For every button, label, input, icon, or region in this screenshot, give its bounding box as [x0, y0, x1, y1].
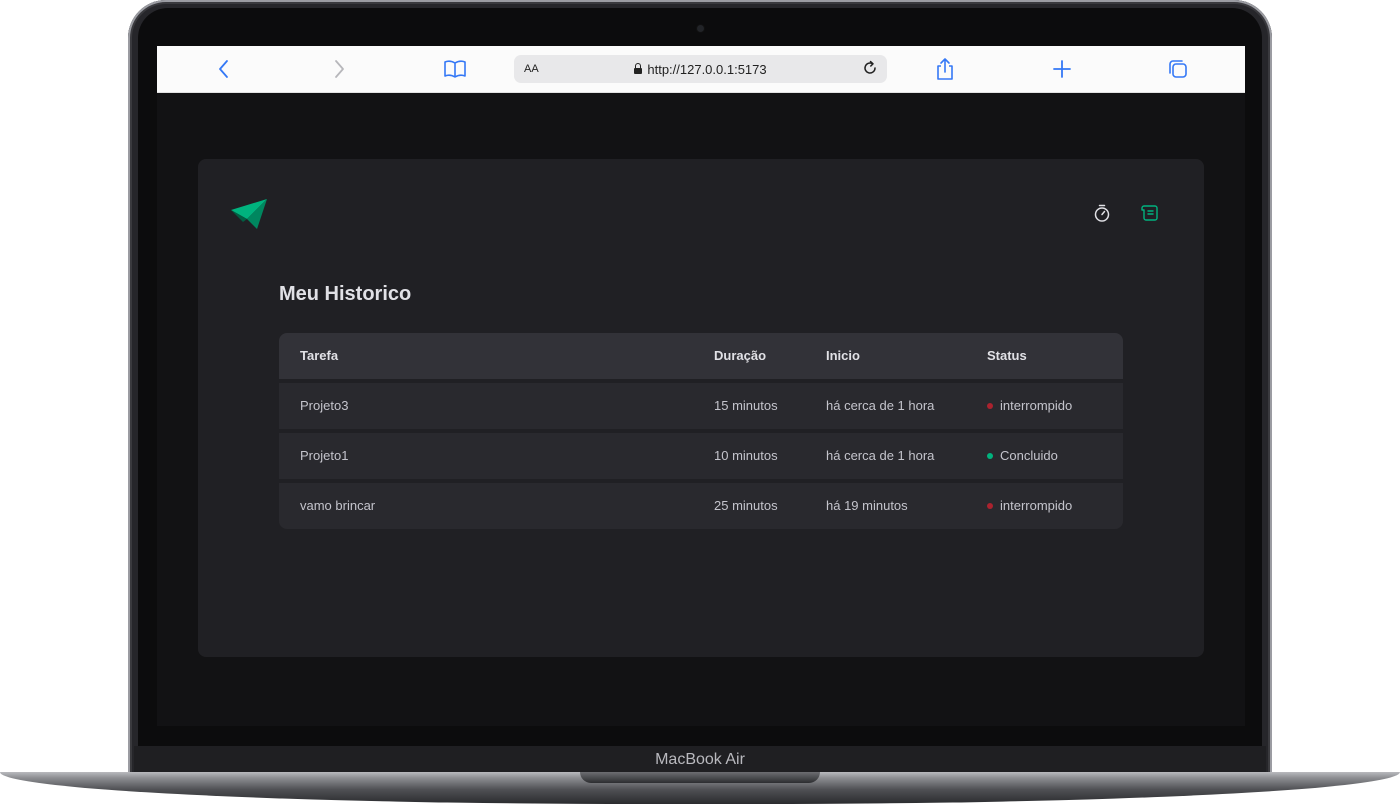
task-duration: 15 minutos [714, 398, 778, 413]
share-icon[interactable] [933, 57, 957, 81]
task-name: vamo brincar [300, 498, 376, 513]
laptop-notch [580, 772, 820, 783]
history-table: Tarefa Duração Inicio Status Projeto3 15… [279, 333, 1123, 529]
status-label: Concluido [1000, 448, 1058, 463]
lock-icon [634, 63, 643, 74]
column-header-inicio: Inicio [826, 348, 860, 363]
task-status: interrompido [987, 398, 1072, 413]
table-row: vamo brincar 25 minutos há 19 minutos in… [279, 483, 1123, 529]
ignite-logo-icon[interactable] [230, 196, 268, 230]
column-header-duracao: Duração [714, 348, 767, 363]
status-label: interrompido [1000, 398, 1073, 413]
app-container: Meu Historico Tarefa Duração Inicio Stat… [198, 159, 1204, 657]
status-dot-icon [987, 403, 993, 409]
task-start: há cerca de 1 hora [826, 398, 935, 413]
url-text: http://127.0.0.1:5173 [647, 62, 767, 77]
camera-icon [697, 25, 704, 32]
bookmarks-icon[interactable] [443, 57, 467, 81]
tabs-icon[interactable] [1166, 57, 1190, 81]
task-duration: 25 minutos [714, 498, 778, 513]
task-duration: 10 minutos [714, 448, 778, 463]
task-start: há cerca de 1 hora [826, 448, 935, 463]
task-status: interrompido [987, 498, 1072, 513]
task-status: Concluido [987, 448, 1058, 463]
reload-icon[interactable] [861, 59, 879, 77]
task-name: Projeto3 [300, 398, 349, 413]
task-name: Projeto1 [300, 448, 349, 463]
table-row: Projeto3 15 minutos há cerca de 1 hora i… [279, 383, 1123, 429]
screen: AA http://127.0.0.1:5173 Meu Historico T… [157, 46, 1245, 726]
task-start: há 19 minutos [826, 498, 908, 513]
table-header: Tarefa Duração Inicio Status [279, 333, 1123, 379]
browser-toolbar: AA http://127.0.0.1:5173 [157, 46, 1245, 93]
column-header-tarefa: Tarefa [300, 348, 339, 363]
column-header-status: Status [987, 348, 1027, 363]
scroll-icon[interactable] [1140, 203, 1160, 223]
status-label: interrompido [1000, 498, 1073, 513]
page-title: Meu Historico [279, 283, 412, 305]
address-bar[interactable]: AA http://127.0.0.1:5173 [514, 55, 887, 83]
new-tab-icon[interactable] [1050, 57, 1074, 81]
status-dot-icon [987, 453, 993, 459]
forward-icon[interactable] [327, 57, 351, 81]
table-row: Projeto1 10 minutos há cerca de 1 hora C… [279, 433, 1123, 479]
status-dot-icon [987, 503, 993, 509]
device-label: MacBook Air [655, 751, 745, 768]
back-icon[interactable] [212, 57, 236, 81]
timer-icon[interactable] [1092, 203, 1112, 223]
